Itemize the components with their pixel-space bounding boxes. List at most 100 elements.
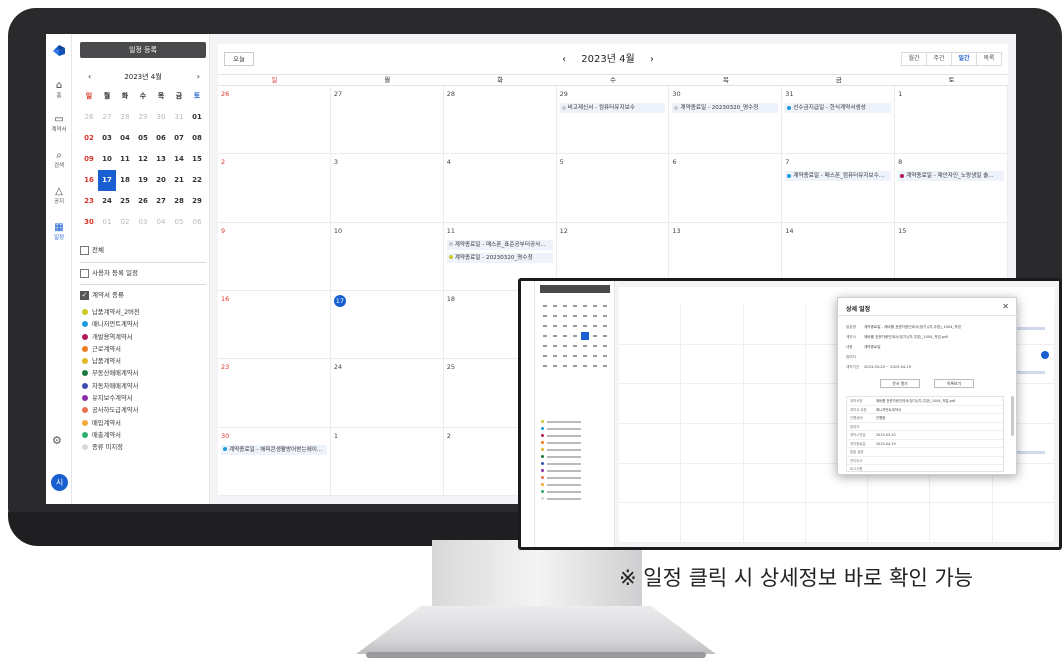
calendar-day-cell[interactable]: 5: [556, 154, 670, 223]
modal-scrollbar[interactable]: [1011, 396, 1014, 436]
calendar-day-cell[interactable]: 30 계약종료일 - 해피콘생활방어받는에이...: [218, 427, 331, 496]
mini-calendar-day[interactable]: 27: [152, 191, 170, 212]
mini-calendar-day[interactable]: 31: [170, 107, 188, 128]
mini-calendar-day[interactable]: 09: [80, 149, 98, 170]
calendar-day-cell[interactable]: 30 계약종료일 - 20230320_명수정: [669, 86, 783, 155]
filter-contract-types-checkbox[interactable]: ✓ 계약서 종류: [80, 289, 206, 303]
calendar-day-cell[interactable]: 26: [218, 86, 331, 155]
view-tab[interactable]: 월간: [901, 52, 927, 66]
prev-month-button[interactable]: ‹: [562, 54, 566, 65]
gear-icon[interactable]: ⚙: [52, 434, 62, 447]
legend-item[interactable]: 공사하도급계약서: [82, 405, 208, 417]
mini-calendar-day[interactable]: 18: [116, 170, 134, 191]
calendar-event[interactable]: 비고제신서 - 컴퓨터유지보수: [559, 103, 666, 113]
mini-calendar-day[interactable]: 25: [116, 191, 134, 212]
calendar-day-cell[interactable]: 6: [669, 154, 783, 223]
calendar-day-cell[interactable]: 28: [443, 86, 557, 155]
mini-calendar-day[interactable]: 07: [170, 128, 188, 149]
mini-calendar-day[interactable]: 26: [80, 107, 98, 128]
mini-calendar-day[interactable]: 27: [98, 107, 116, 128]
mini-calendar-day[interactable]: 04: [116, 128, 134, 149]
calendar-day-cell[interactable]: 4: [443, 154, 557, 223]
close-icon[interactable]: ✕: [1002, 302, 1009, 311]
legend-item[interactable]: 자동차매매계약서: [82, 381, 208, 393]
mini-calendar-day[interactable]: 29: [134, 107, 152, 128]
rail-item-search[interactable]: ⌕ 검색: [46, 150, 72, 169]
calendar-event[interactable]: 계약종료일 - 20230320_명수정: [672, 103, 779, 113]
view-tab[interactable]: 주간: [926, 52, 952, 66]
avatar[interactable]: 시: [51, 474, 68, 491]
calendar-event[interactable]: 계약종료일 - 매스폰_컴퓨터유지보수...: [785, 171, 892, 182]
mini-calendar-day[interactable]: 17: [98, 170, 116, 191]
mini-calendar-day[interactable]: 30: [80, 212, 98, 233]
filter-user-registered-checkbox[interactable]: 사용자 등록 일정: [80, 267, 206, 281]
today-button[interactable]: 오늘: [224, 52, 254, 66]
open-document-button[interactable]: 문서 열기: [880, 379, 920, 388]
mini-calendar-day[interactable]: 13: [152, 149, 170, 170]
calendar-day-cell[interactable]: 27: [330, 86, 444, 155]
calendar-day-cell[interactable]: 9: [218, 222, 331, 291]
mini-calendar-day[interactable]: 12: [134, 149, 152, 170]
legend-item[interactable]: 근로계약서: [82, 344, 208, 356]
mini-next-month-button[interactable]: ›: [197, 72, 200, 81]
calendar-event[interactable]: 선수금지급일 - 한식계약서생성: [785, 103, 892, 113]
legend-item[interactable]: 종류 미지정: [82, 442, 208, 454]
mini-calendar-day[interactable]: 29: [188, 191, 206, 212]
mini-calendar-day[interactable]: 03: [98, 128, 116, 149]
register-schedule-button[interactable]: 일정 등록: [80, 42, 206, 58]
mini-calendar-day[interactable]: 21: [170, 170, 188, 191]
calendar-event[interactable]: 계약종료일 - 제안자인_노랑생일 솔...: [898, 171, 1004, 182]
calendar-event[interactable]: 계약종료일 - 20230320_명수정: [446, 252, 553, 263]
rail-item-notice[interactable]: △ 공지: [46, 186, 72, 205]
calendar-day-cell[interactable]: 29 비고제신서 - 컴퓨터유지보수: [556, 86, 670, 155]
legend-item[interactable]: 납품계약서_2버전: [82, 307, 208, 319]
calendar-day-cell[interactable]: 31 선수금지급일 - 한식계약서생성: [782, 86, 896, 155]
mini-calendar-day[interactable]: 06: [152, 128, 170, 149]
mini-calendar-day[interactable]: 02: [116, 212, 134, 233]
view-list-button[interactable]: 목록보기: [934, 379, 974, 388]
mini-calendar-day[interactable]: 03: [134, 212, 152, 233]
calendar-event[interactable]: 계약종료일 - 매스폰_표준공부터공사...: [446, 239, 553, 250]
legend-item[interactable]: 개발용역계약서: [82, 332, 208, 344]
view-tab[interactable]: 목록: [976, 52, 1002, 66]
rail-item-contract[interactable]: ▭ 계약서: [46, 114, 72, 133]
mini-calendar-day[interactable]: 26: [134, 191, 152, 212]
calendar-day-cell[interactable]: 8 계약종료일 - 제안자인_노랑생일 솔...: [895, 154, 1008, 223]
calendar-day-cell[interactable]: 24: [330, 359, 444, 428]
filter-all-checkbox[interactable]: 전체: [80, 244, 206, 258]
calendar-event[interactable]: 계약종료일 - 해피콘생활방어받는에이...: [221, 444, 327, 455]
mini-calendar-day[interactable]: 28: [170, 191, 188, 212]
calendar-day-cell[interactable]: 7 계약종료일 - 매스폰_컴퓨터유지보수...: [782, 154, 896, 223]
legend-item[interactable]: 유지보수계약서: [82, 393, 208, 405]
mini-calendar-day[interactable]: 20: [152, 170, 170, 191]
legend-item[interactable]: 매출계약서: [82, 430, 208, 442]
mini-calendar-day[interactable]: 06: [188, 212, 206, 233]
calendar-day-cell[interactable]: 17: [330, 291, 444, 360]
mini-calendar-day[interactable]: 16: [80, 170, 98, 191]
mini-calendar-day[interactable]: 19: [134, 170, 152, 191]
rail-item-home[interactable]: ⌂ 홈: [46, 80, 72, 99]
mini-calendar-day[interactable]: 22: [188, 170, 206, 191]
calendar-day-cell[interactable]: 3: [330, 154, 444, 223]
mini-calendar-day[interactable]: 02: [80, 128, 98, 149]
mini-calendar-day[interactable]: 05: [170, 212, 188, 233]
mini-calendar-day[interactable]: 11: [116, 149, 134, 170]
mini-calendar-day[interactable]: 10: [98, 149, 116, 170]
mini-calendar-day[interactable]: 01: [188, 107, 206, 128]
legend-item[interactable]: 부동산매매계약서: [82, 368, 208, 380]
mini-calendar-day[interactable]: 24: [98, 191, 116, 212]
view-tab[interactable]: 일간: [951, 52, 977, 66]
mini-calendar-day[interactable]: 01: [98, 212, 116, 233]
mini-calendar-day[interactable]: 14: [170, 149, 188, 170]
mini-calendar-day[interactable]: 23: [80, 191, 98, 212]
mini-calendar-day[interactable]: 30: [152, 107, 170, 128]
legend-item[interactable]: 매니저먼트계약서: [82, 319, 208, 331]
legend-item[interactable]: 납품계약서: [82, 356, 208, 368]
rail-item-schedule[interactable]: ▦ 일정: [46, 222, 72, 241]
mini-calendar-day[interactable]: 04: [152, 212, 170, 233]
calendar-day-cell[interactable]: 2: [218, 154, 331, 223]
calendar-day-cell[interactable]: 23: [218, 359, 331, 428]
mini-calendar-day[interactable]: 08: [188, 128, 206, 149]
mini-calendar-day[interactable]: 28: [116, 107, 134, 128]
legend-item[interactable]: 매입계약서: [82, 418, 208, 430]
